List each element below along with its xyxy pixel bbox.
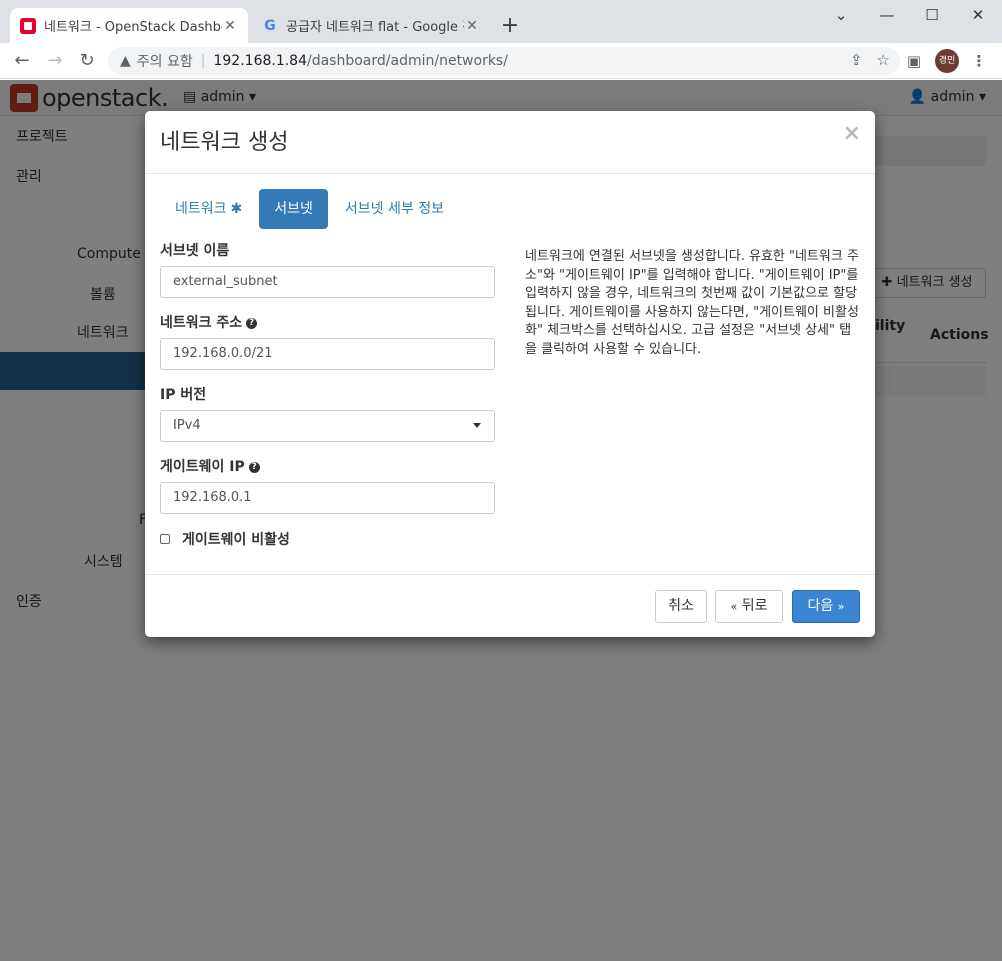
double-chevron-left-icon: « xyxy=(730,600,738,613)
close-icon[interactable]: × xyxy=(843,121,861,146)
subnet-name-input[interactable]: external_subnet xyxy=(160,266,495,298)
browser-tab-google[interactable]: G 공급자 네트워크 flat - Google 검색 ✕ xyxy=(252,8,490,43)
chevron-down-icon[interactable]: ⌄ xyxy=(818,4,864,28)
cancel-button-label: 취소 xyxy=(668,598,694,614)
tab-network[interactable]: 네트워크 ✱ xyxy=(160,189,257,229)
required-asterisk-icon: ✱ xyxy=(230,201,243,217)
network-address-input[interactable]: 192.168.0.0/21 xyxy=(160,338,495,370)
disable-gateway-checkbox[interactable] xyxy=(160,534,170,544)
url-host: 192.168.1.84 xyxy=(213,53,307,69)
create-network-modal: 네트워크 생성 × 네트워크 ✱ 서브넷 서브넷 세부 정보 서브넷 이름 ext… xyxy=(145,111,875,637)
network-address-label: 네트워크 주소? xyxy=(160,313,495,333)
warning-icon: ▲ xyxy=(120,53,131,69)
ip-version-label: IP 버전 xyxy=(160,385,495,405)
google-favicon-icon: G xyxy=(264,17,276,34)
back-button-label: 뒤로 xyxy=(741,598,768,614)
subnet-form: 서브넷 이름 external_subnet 네트워크 주소? 192.168.… xyxy=(160,241,495,549)
tab-subnet-details-label: 서브넷 세부 정보 xyxy=(344,201,444,217)
share-icon[interactable]: ⇪ xyxy=(850,51,863,69)
tab-subnet-details[interactable]: 서브넷 세부 정보 xyxy=(330,189,459,229)
openstack-favicon-icon xyxy=(20,17,36,34)
question-circle-icon[interactable]: ? xyxy=(248,461,260,473)
help-text: 네트워크에 연결된 서브넷을 생성합니다. 유효한 "네트워크 주소"와 "게이… xyxy=(525,249,859,357)
kebab-menu-icon[interactable]: ⋮ xyxy=(967,49,991,73)
side-panel-icon[interactable]: ▣ xyxy=(902,49,926,73)
tab-network-label: 네트워크 xyxy=(175,201,227,217)
subnet-name-label-text: 서브넷 이름 xyxy=(160,243,230,259)
avatar[interactable]: 경민 xyxy=(935,49,959,73)
gateway-ip-label: 게이트웨이 IP? xyxy=(160,457,495,477)
browser-tab-openstack[interactable]: 네트워크 - OpenStack Dashboard ✕ xyxy=(10,8,248,43)
new-tab-button[interactable]: + xyxy=(497,14,523,40)
maximize-icon[interactable]: ☐ xyxy=(909,4,955,28)
gateway-ip-label-text: 게이트웨이 IP xyxy=(160,459,245,475)
subnet-name-label: 서브넷 이름 xyxy=(160,241,495,261)
window-close-icon[interactable]: ✕ xyxy=(955,4,1001,28)
reload-icon[interactable]: ↻ xyxy=(74,48,100,74)
star-icon[interactable]: ☆ xyxy=(877,51,890,69)
ip-version-select[interactable]: IPv4 xyxy=(160,410,495,442)
back-button[interactable]: « 뒤로 xyxy=(715,590,783,623)
double-chevron-right-icon: » xyxy=(837,600,845,613)
tab-title: 네트워크 - OpenStack Dashboard xyxy=(44,20,222,35)
next-button[interactable]: 다음 » xyxy=(792,590,860,623)
minimize-icon[interactable]: — xyxy=(864,4,910,28)
gateway-ip-input[interactable]: 192.168.0.1 xyxy=(160,482,495,514)
modal-title: 네트워크 생성 xyxy=(160,130,289,155)
forward-arrow-icon[interactable]: → xyxy=(42,48,68,74)
modal-footer: 취소 « 뒤로 다음 » xyxy=(145,574,875,637)
url-path: /dashboard/admin/networks/ xyxy=(307,53,508,69)
next-button-label: 다음 xyxy=(807,598,834,614)
close-icon[interactable]: ✕ xyxy=(464,18,480,34)
browser-tabstrip: 네트워크 - OpenStack Dashboard ✕ G 공급자 네트워크 … xyxy=(0,0,1002,43)
divider: | xyxy=(200,53,206,69)
ip-version-select-wrapper: IPv4 xyxy=(160,410,495,442)
tab-subnet[interactable]: 서브넷 xyxy=(259,189,328,229)
cancel-button[interactable]: 취소 xyxy=(655,590,707,623)
omnibox-icons: ⇪ ☆ xyxy=(850,51,890,69)
address-bar[interactable]: ▲ 주의 요함 | 192.168.1.84/dashboard/admin/n… xyxy=(108,47,900,75)
close-icon[interactable]: ✕ xyxy=(222,18,238,34)
tab-title: 공급자 네트워크 flat - Google 검색 xyxy=(286,20,464,35)
network-address-label-text: 네트워크 주소 xyxy=(160,315,243,331)
disable-gateway-label: 게이트웨이 비활성 xyxy=(182,532,290,548)
security-label: 주의 요함 xyxy=(136,54,193,70)
tab-subnet-label: 서브넷 xyxy=(274,201,313,217)
browser-toolbar: ← → ↻ ▲ 주의 요함 | 192.168.1.84/dashboard/a… xyxy=(0,43,1002,79)
wizard-tabs: 네트워크 ✱ 서브넷 서브넷 세부 정보 xyxy=(160,189,461,229)
modal-header: 네트워크 생성 × xyxy=(145,111,875,174)
ip-version-label-text: IP 버전 xyxy=(160,387,207,403)
disable-gateway-row: 게이트웨이 비활성 xyxy=(160,529,495,549)
question-circle-icon[interactable]: ? xyxy=(246,317,258,329)
back-arrow-icon[interactable]: ← xyxy=(9,48,35,74)
caret-down-icon xyxy=(473,423,481,428)
